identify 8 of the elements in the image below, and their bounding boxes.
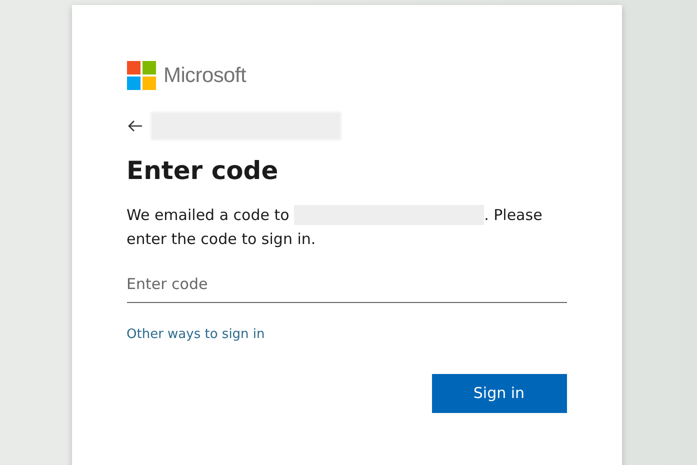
code-field[interactable]: Enter code [126, 266, 566, 302]
back-arrow-icon[interactable] [126, 120, 142, 132]
other-ways-link[interactable]: Other ways to sign in [126, 324, 265, 344]
logo-icon [126, 61, 156, 90]
brand-name: Microsoft [164, 63, 246, 89]
sign-in-button[interactable]: Sign in [432, 374, 566, 413]
message-text: We emailed a code to . Please enter the code to sign in. [126, 204, 544, 250]
page-heading: Enter code [126, 154, 280, 186]
